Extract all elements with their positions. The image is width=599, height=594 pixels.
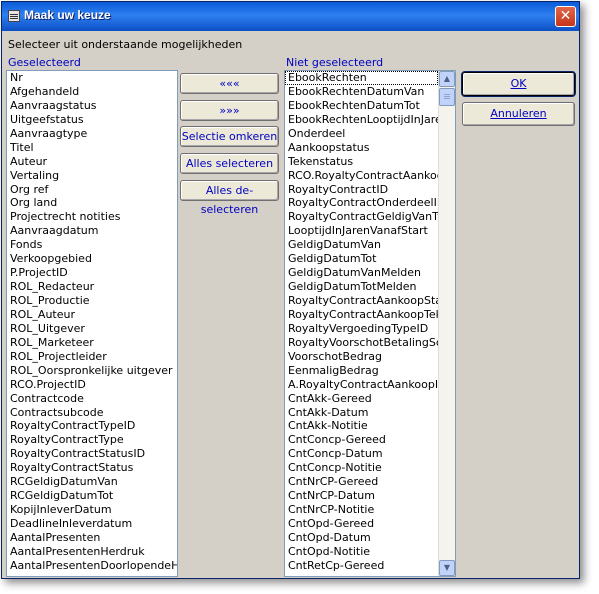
list-item[interactable]: CntOpd-Gereed [285,517,438,531]
list-item[interactable]: Titel [7,141,177,155]
list-item[interactable]: RoyaltyContractType [7,433,177,447]
list-item[interactable]: Contractsubcode [7,406,177,420]
list-item[interactable]: GeldigDatumTot [285,252,438,266]
list-item[interactable]: EenmaligBedrag [285,364,438,378]
list-item[interactable]: EbookRechtenDatumVan [285,85,438,99]
list-item[interactable]: CntNrCP-Gereed [285,475,438,489]
unselected-list[interactable]: EbookRechten EbookRechtenDatumVan EbookRec… [284,70,456,577]
list-item[interactable]: Org land [7,196,177,210]
list-item[interactable]: Aanvraagdatum [7,224,177,238]
list-item[interactable]: Projectrecht notities [7,210,177,224]
list-item[interactable]: CntAkk-Datum [285,406,438,420]
list-item[interactable]: RoyaltyVoorschotBetalingScena [285,336,438,350]
list-item[interactable]: ROL_Redacteur [7,280,177,294]
list-item[interactable]: EbookRechtenLooptijdInJaren [285,113,438,127]
list-item[interactable]: Tekenstatus [285,155,438,169]
list-item[interactable]: RCO.ProjectID [7,378,177,392]
list-item[interactable]: EbookRechten [285,71,438,85]
list-item[interactable]: CntNrCP-Notitie [285,503,438,517]
list-item[interactable]: ROL_Auteur [7,308,177,322]
list-item[interactable]: Org ref [7,183,177,197]
selected-list[interactable]: Nr Afgehandeld Aanvraagstatus Uitgeefstatus… [6,70,178,577]
list-item[interactable]: Contractcode [7,392,177,406]
list-item[interactable]: CntNrCP-Datum [285,489,438,503]
move-all-left-button[interactable]: ««« [180,73,279,94]
instruction-text: Selecteer uit onderstaande mogelijkheden [8,38,243,51]
dialog-window: Maak uw keuze ✕ Selecteer uit onderstaan… [1,1,580,579]
list-item[interactable]: ROL_Uitgever [7,322,177,336]
list-item[interactable]: Aankoopstatus [285,141,438,155]
list-item[interactable]: Aanvraagtype [7,127,177,141]
list-item[interactable]: RCO.RoyaltyContractAankoopI [285,169,438,183]
list-item[interactable]: RoyaltyContractStatus [7,461,177,475]
list-item[interactable]: DeadlineInleverdatum [7,517,177,531]
list-item[interactable]: RoyaltyContractAankoopStatus [285,294,438,308]
list-item[interactable]: A.RoyaltyContractAankoopID [285,378,438,392]
move-all-right-button[interactable]: »»» [180,100,279,121]
select-all-button[interactable]: Alles selecteren [180,153,279,174]
cancel-button[interactable]: Annuleren [462,102,575,126]
list-item[interactable]: VoorschotBedrag [285,350,438,364]
list-item[interactable]: GeldigDatumVan [285,238,438,252]
list-item[interactable]: CntOpd-Notitie [285,545,438,559]
window-title: Maak uw keuze [24,8,111,22]
list-item[interactable]: ROL_Oorspronkelijke uitgever [7,364,177,378]
list-item[interactable]: GeldigDatumTotMelden [285,280,438,294]
form-icon [8,10,20,22]
invert-selection-button[interactable]: Selectie omkeren [180,126,279,147]
list-item[interactable]: Auteur [7,155,177,169]
scrollbar-thumb[interactable] [439,88,455,106]
list-item[interactable]: AantalPresentenHerdruk [7,545,177,559]
unselected-header: Niet geselecteerd [286,56,384,69]
list-item[interactable]: EbookRechtenDatumTot [285,99,438,113]
scroll-up-arrow-icon[interactable]: ▲ [439,71,455,87]
list-item[interactable]: RoyaltyContractID [285,183,438,197]
list-item[interactable]: KopijInleverDatum [7,503,177,517]
list-item[interactable]: RoyaltyContractTypeID [7,419,177,433]
list-item[interactable]: ROL_Marketeer [7,336,177,350]
scroll-down-arrow-icon[interactable]: ▼ [439,560,455,576]
list-item[interactable]: Onderdeel [285,127,438,141]
list-item[interactable]: Afgehandeld [7,85,177,99]
list-item[interactable]: CntOpd-Datum [285,531,438,545]
list-item[interactable]: RoyaltyContractOnderdeelID [285,196,438,210]
list-item[interactable]: CntAkk-Notitie [285,419,438,433]
list-item[interactable]: Fonds [7,238,177,252]
title-bar[interactable]: Maak uw keuze ✕ [2,2,579,31]
unselected-list-scrollbar[interactable]: ▲ ▼ [438,71,455,576]
list-item[interactable]: CntRetCp-Gereed [285,559,438,573]
list-item[interactable]: AantalPresenten [7,531,177,545]
selected-header: Geselecteerd [8,56,81,69]
list-item[interactable]: ROL_Projectleider [7,350,177,364]
list-item[interactable]: Vertaling [7,169,177,183]
list-item[interactable]: RoyaltyContractAankoopTeken [285,308,438,322]
list-item[interactable]: RoyaltyContractStatusID [7,447,177,461]
list-item[interactable]: RCGeldigDatumVan [7,475,177,489]
close-button[interactable]: ✕ [555,6,576,27]
list-item[interactable]: Verkoopgebied [7,252,177,266]
list-item[interactable]: CntConcp-Datum [285,447,438,461]
list-item[interactable]: CntAkk-Gereed [285,392,438,406]
list-item[interactable]: Aanvraagstatus [7,99,177,113]
list-item[interactable]: CntConcp-Notitie [285,461,438,475]
list-item[interactable]: AantalPresentenDoorlopendeHerd [7,559,177,573]
list-item[interactable]: GeldigDatumVanMelden [285,266,438,280]
list-item[interactable]: ROL_Productie [7,294,177,308]
list-item[interactable]: P.ProjectID [7,266,177,280]
list-item[interactable]: Uitgeefstatus [7,113,177,127]
list-item[interactable]: LooptijdInJarenVanafStart [285,224,438,238]
list-item[interactable]: CntConcp-Gereed [285,433,438,447]
list-item[interactable]: Nr [7,71,177,85]
list-item[interactable]: RoyaltyContractGeldigVanType [285,210,438,224]
deselect-all-button[interactable]: Alles de-selecteren [180,180,279,216]
list-item[interactable]: RCGeldigDatumTot [7,489,177,503]
list-item[interactable]: RoyaltyVergoedingTypeID [285,322,438,336]
ok-button[interactable]: OK [461,71,576,97]
